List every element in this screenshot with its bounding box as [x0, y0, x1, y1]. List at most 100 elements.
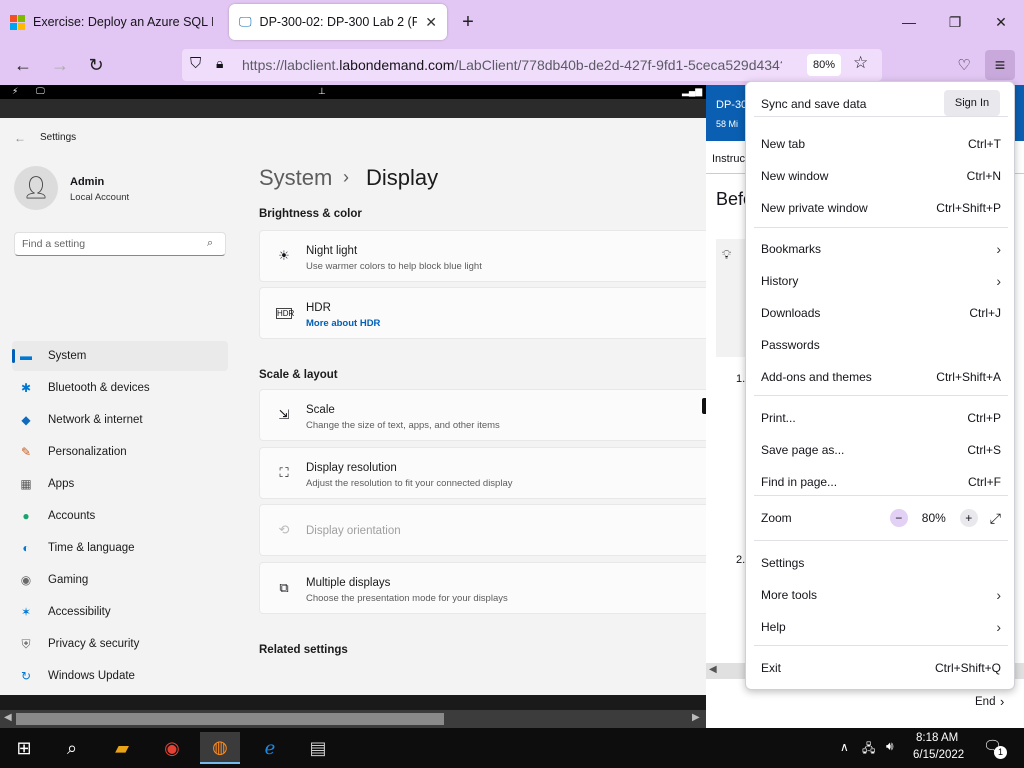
sidebar-item-gaming[interactable]: ◉ Gaming [12, 565, 228, 595]
menu-item-history[interactable]: History › [761, 267, 1001, 295]
pocket-icon[interactable]: ♡ [949, 50, 979, 80]
minimize-icon[interactable]: — [886, 8, 932, 36]
sidebar-item-label: Time & language [48, 542, 135, 554]
menu-item-bookmarks[interactable]: Bookmarks › [761, 235, 1001, 263]
zoom-badge[interactable]: 80% [807, 54, 841, 76]
menu-item-save-page-as[interactable]: Save page as... Ctrl+S [761, 436, 1001, 464]
firefox-icon[interactable]: ◍ [200, 732, 240, 764]
sidebar-item-accessibility[interactable]: ✶ Accessibility [12, 597, 228, 627]
fullscreen-icon[interactable]: ⤢ [990, 510, 1001, 527]
sidebar-item-windows-update[interactable]: ↻ Windows Update [12, 661, 228, 691]
night-light-card[interactable]: ☀ Night light Use warmer colors to help … [259, 230, 706, 282]
sidebar-item-system[interactable]: ▬ System [12, 341, 228, 371]
multiple-displays-card[interactable]: ⧉ Multiple displays Choose the presentat… [259, 562, 706, 614]
menu-item-find-in-page[interactable]: Find in page... Ctrl+F [761, 468, 1001, 496]
scroll-left-icon[interactable]: ◀ [4, 712, 12, 723]
tray-chevron-icon[interactable]: ∧ [840, 740, 849, 754]
remote-desktop-view[interactable]: ⚡ 🖵 ⊥ ▂▄▆ ← Settings 👤︎ Admin Local Acco… [0, 85, 710, 743]
network-icon[interactable]: 🖧︎ [862, 739, 875, 760]
sidebar-item-network-internet[interactable]: ◆ Network & internet [12, 405, 228, 435]
menu-item-help[interactable]: Help › [761, 613, 1001, 641]
end-button[interactable]: End [975, 696, 995, 708]
sidebar-item-personalization[interactable]: ✎ Personalization [12, 437, 228, 467]
sidebar-item-bluetooth-devices[interactable]: ✱ Bluetooth & devices [12, 373, 228, 403]
horizontal-scrollbar[interactable]: ◀ ▶ [0, 710, 706, 728]
sign-in-button[interactable]: Sign In [944, 90, 1000, 116]
server-manager-icon[interactable]: ▤ [298, 732, 338, 764]
close-tab-icon[interactable]: ✕ [425, 14, 437, 31]
lightning-icon[interactable]: ⚡ [12, 86, 18, 97]
resolution-card[interactable]: ⛶ Display resolution Adjust the resoluti… [259, 447, 706, 499]
notification-badge: 1 [994, 746, 1007, 759]
breadcrumb-parent[interactable]: System [259, 165, 332, 191]
sidebar-item-accounts[interactable]: ● Accounts [12, 501, 228, 531]
orientation-card: ⟲ Display orientation [259, 504, 706, 556]
sidebar-item-icon: ◐ [22, 541, 30, 555]
hdr-link[interactable]: More about HDR [306, 318, 380, 329]
orientation-icon: ⟲ [278, 522, 290, 537]
sidebar-item-icon: ⛨ [21, 636, 31, 651]
windows-start-icon[interactable]: ⊞ [4, 732, 44, 764]
url-bar[interactable]: ⛉ 🔒︎ https://labclient.labondemand.com/L… [182, 49, 882, 81]
file-explorer-icon[interactable]: ▰ [102, 732, 142, 764]
shield-icon[interactable]: ⛉ [190, 55, 201, 72]
menu-item-label: History [761, 274, 799, 288]
zoom-out-button[interactable]: − [889, 509, 908, 527]
volume-icon[interactable]: 🔊︎ [886, 739, 894, 754]
clock-time[interactable]: 8:18 AM [916, 732, 958, 744]
zoom-in-button[interactable]: + [959, 509, 978, 527]
menu-item-new-private-window[interactable]: New private window Ctrl+Shift+P [761, 194, 1001, 222]
tab-title: Exercise: Deploy an Azure SQL D [33, 15, 213, 29]
pin-icon[interactable]: ⊥ [318, 86, 326, 97]
lock-icon[interactable]: 🔒︎ [216, 55, 223, 72]
scale-card[interactable]: ⇲ Scale Change the size of text, apps, a… [259, 389, 706, 441]
menu-item-shortcut: Ctrl+Shift+P [936, 201, 1001, 215]
search-input[interactable]: Find a setting ⌕ [14, 232, 226, 256]
zoom-value[interactable]: 80% [922, 511, 946, 525]
menu-item-print[interactable]: Print... Ctrl+P [761, 404, 1001, 432]
star-icon[interactable]: ☆ [853, 53, 868, 73]
new-tab-button[interactable]: + [448, 8, 488, 36]
menu-item-passwords[interactable]: Passwords [761, 331, 1001, 359]
tab-title: DP-300-02: DP-300 Lab 2 (Provi [259, 15, 418, 29]
internet-explorer-icon[interactable]: ℯ [250, 732, 290, 764]
search-icon[interactable]: ⌕ [52, 732, 92, 764]
display-icon[interactable]: 🖵 [36, 86, 45, 97]
chrome-icon[interactable]: ◉ [152, 732, 192, 764]
card-title: Multiple displays [306, 577, 391, 589]
menu-item-new-tab[interactable]: New tab Ctrl+T [761, 130, 1001, 158]
restore-icon[interactable]: ❐ [932, 8, 978, 36]
menu-item-new-window[interactable]: New window Ctrl+N [761, 162, 1001, 190]
sidebar-item-label: Network & internet [48, 414, 143, 426]
url-domain: labondemand.com [339, 57, 455, 73]
menu-item-add-ons-and-themes[interactable]: Add-ons and themes Ctrl+Shift+A [761, 363, 1001, 391]
url-text[interactable]: https://labclient.labondemand.com/LabCli… [242, 57, 782, 73]
back-arrow-icon[interactable]: ← [8, 50, 38, 80]
clock-date[interactable]: 6/15/2022 [913, 749, 964, 761]
lab-tab-instructions[interactable]: Instruc [712, 153, 745, 165]
sidebar-item-apps[interactable]: ▦ Apps [12, 469, 228, 499]
sidebar-item-privacy-security[interactable]: ⛨ Privacy & security [12, 629, 228, 659]
hdr-card[interactable]: HDR HDR More about HDR [259, 287, 706, 339]
sidebar-item-time-language[interactable]: ◐ Time & language [12, 533, 228, 563]
avatar[interactable]: 👤︎ [14, 166, 58, 210]
forward-arrow-icon[interactable]: → [45, 50, 75, 80]
scroll-right-icon[interactable]: ▶ [692, 712, 700, 723]
settings-header: Settings [40, 132, 77, 143]
menu-item-downloads[interactable]: Downloads Ctrl+J [761, 299, 1001, 327]
menu-item-more-tools[interactable]: More tools › [761, 581, 1001, 609]
reload-icon[interactable]: ↻ [81, 50, 111, 80]
scrollbar-thumb[interactable] [16, 713, 444, 725]
menu-item-exit[interactable]: Exit Ctrl+Shift+Q [761, 654, 1001, 682]
hamburger-menu-icon[interactable]: ≡ [985, 50, 1015, 80]
scroll-left-icon[interactable]: ◀ [709, 664, 717, 675]
remote-toolbar: ⚡ 🖵 ⊥ ▂▄▆ [0, 85, 706, 99]
close-window-icon[interactable]: ✕ [978, 8, 1024, 36]
settings-back-icon[interactable]: ← [14, 131, 26, 145]
menu-item-label: Add-ons and themes [761, 370, 872, 384]
sidebar-item-label: Gaming [48, 574, 89, 586]
tab-exercise[interactable]: Exercise: Deploy an Azure SQL D [0, 4, 225, 40]
menu-item-settings[interactable]: Settings [761, 549, 1001, 577]
tab-lab[interactable]: 🖵 DP-300-02: DP-300 Lab 2 (Provi ✕ [229, 4, 447, 40]
card-title: Night light [306, 245, 358, 257]
